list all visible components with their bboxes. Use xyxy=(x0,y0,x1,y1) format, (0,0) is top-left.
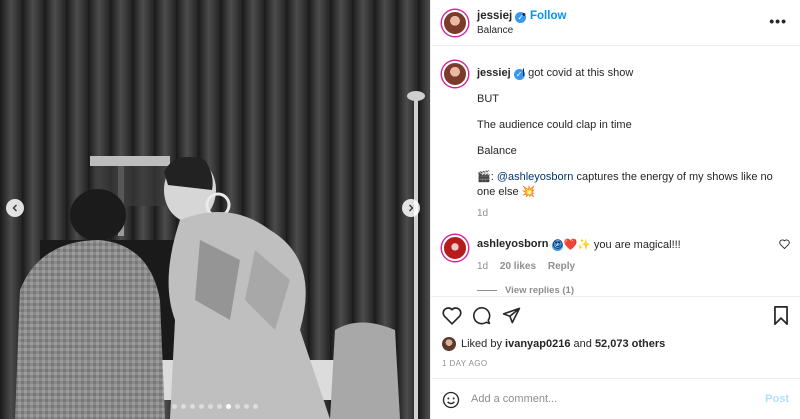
chevron-left-icon xyxy=(12,204,17,212)
replies-divider xyxy=(477,289,497,291)
caption-avatar[interactable] xyxy=(442,61,468,87)
next-slide-button[interactable] xyxy=(402,199,420,217)
caption-username[interactable]: jessiej ✓ xyxy=(477,67,525,80)
bookmark-icon[interactable] xyxy=(773,306,789,325)
slide-dot xyxy=(199,404,204,409)
header-separator: • xyxy=(522,9,526,21)
slide-dot xyxy=(244,404,249,409)
emoji-icon[interactable] xyxy=(442,391,460,409)
action-bar xyxy=(431,296,800,334)
likes-summary: Liked by ivanyap0216 and 52,073 others xyxy=(442,337,792,353)
author-avatar[interactable] xyxy=(442,10,468,36)
reply-button[interactable]: Reply xyxy=(548,261,575,272)
heart-icon[interactable] xyxy=(442,306,462,325)
post-date[interactable]: 1 DAY AGO xyxy=(442,359,488,368)
comment-text: 😍❤️✨ you are magical!!! xyxy=(552,239,681,251)
comment-likes[interactable]: 20 likes xyxy=(500,261,536,272)
comment-input[interactable] xyxy=(471,389,751,409)
caption-line: The audience could clap in time xyxy=(477,119,632,131)
comment-meta: 1d 20 likes Reply xyxy=(477,261,584,272)
follow-button[interactable]: Follow xyxy=(530,10,566,22)
post-header: jessiej ✓ • Follow Balance ••• xyxy=(431,0,800,46)
share-icon[interactable] xyxy=(502,306,521,325)
slide-dot xyxy=(190,404,195,409)
previous-slide-button[interactable] xyxy=(6,199,24,217)
chevron-right-icon xyxy=(409,204,414,212)
heart-icon[interactable] xyxy=(779,239,790,249)
more-options-icon[interactable]: ••• xyxy=(769,13,787,29)
post-photo xyxy=(0,0,430,419)
caption-line: Balance xyxy=(477,145,517,157)
post-location[interactable]: Balance xyxy=(477,25,513,36)
comments-section[interactable]: jessiej ✓ I got covid at this show BUT Th… xyxy=(431,47,800,295)
caption-age: 1d xyxy=(477,208,489,219)
caption-credit: 🎬: @ashleyosborn captures the energy of … xyxy=(477,170,782,200)
comment-icon[interactable] xyxy=(472,306,491,325)
caption-line: BUT xyxy=(477,93,499,105)
likes-text: Liked by ivanyap0216 and 52,073 others xyxy=(461,338,665,350)
slide-dot xyxy=(235,404,240,409)
credit-prefix: 🎬: xyxy=(477,171,497,183)
mention-link[interactable]: @ashleyosborn xyxy=(497,171,574,183)
likes-middle: and xyxy=(570,338,595,350)
post-comment-button[interactable]: Post xyxy=(765,393,789,405)
likes-count[interactable]: 52,073 others xyxy=(595,338,665,350)
slide-dot xyxy=(181,404,186,409)
slide-dot xyxy=(172,404,177,409)
likes-prefix: Liked by xyxy=(461,338,506,350)
view-replies-label: View replies (1) xyxy=(505,285,574,295)
liker-username[interactable]: ivanyap0216 xyxy=(505,338,570,350)
view-replies-button[interactable]: View replies (1) xyxy=(477,285,574,295)
slide-dot xyxy=(208,404,213,409)
post-media[interactable] xyxy=(0,0,430,419)
caption-first-line: I got covid at this show xyxy=(522,67,634,79)
commenter-avatar[interactable] xyxy=(442,235,468,261)
liker-avatar[interactable] xyxy=(442,337,456,351)
commenter-username[interactable]: ashleyosborn ✓ xyxy=(477,238,563,251)
comment-age: 1d xyxy=(477,261,489,272)
author-username[interactable]: jessiej ✓ xyxy=(477,10,527,23)
slide-dot xyxy=(226,404,231,409)
post-details-panel: jessiej ✓ • Follow Balance ••• jessiej ✓ I… xyxy=(430,0,800,419)
slide-dot xyxy=(217,404,222,409)
slide-dot xyxy=(253,404,258,409)
add-comment-bar: Post xyxy=(431,378,800,419)
slide-indicator xyxy=(0,404,430,409)
